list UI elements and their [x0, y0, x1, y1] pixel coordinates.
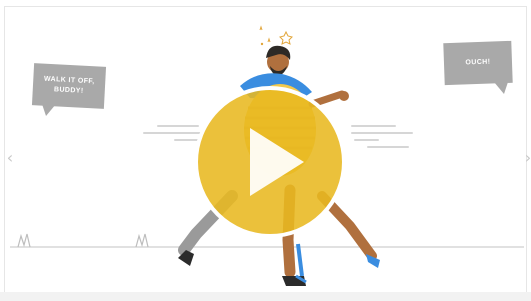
dizzy-stars [259, 25, 293, 46]
chevron-left-icon[interactable]: ‹ [4, 148, 16, 168]
speech-bubble-left: WALK IT OFF, BUDDY! [31, 63, 107, 109]
speech-bubble-right-tail [494, 82, 508, 94]
figure-head [266, 45, 291, 76]
grass-tufts [17, 233, 149, 248]
speech-bubble-right-text: OUCH! [465, 58, 491, 67]
speech-bubble-left-tail [42, 104, 56, 116]
speech-bubble-right: OUCH! [443, 40, 513, 86]
chevron-right-icon[interactable]: › [522, 148, 531, 168]
play-icon [194, 86, 346, 238]
speech-bubble-left-text: WALK IT OFF, BUDDY! [43, 75, 95, 95]
video-player[interactable]: WALK IT OFF, BUDDY! OUCH! ‹ › [0, 0, 531, 301]
play-button[interactable] [192, 84, 348, 240]
